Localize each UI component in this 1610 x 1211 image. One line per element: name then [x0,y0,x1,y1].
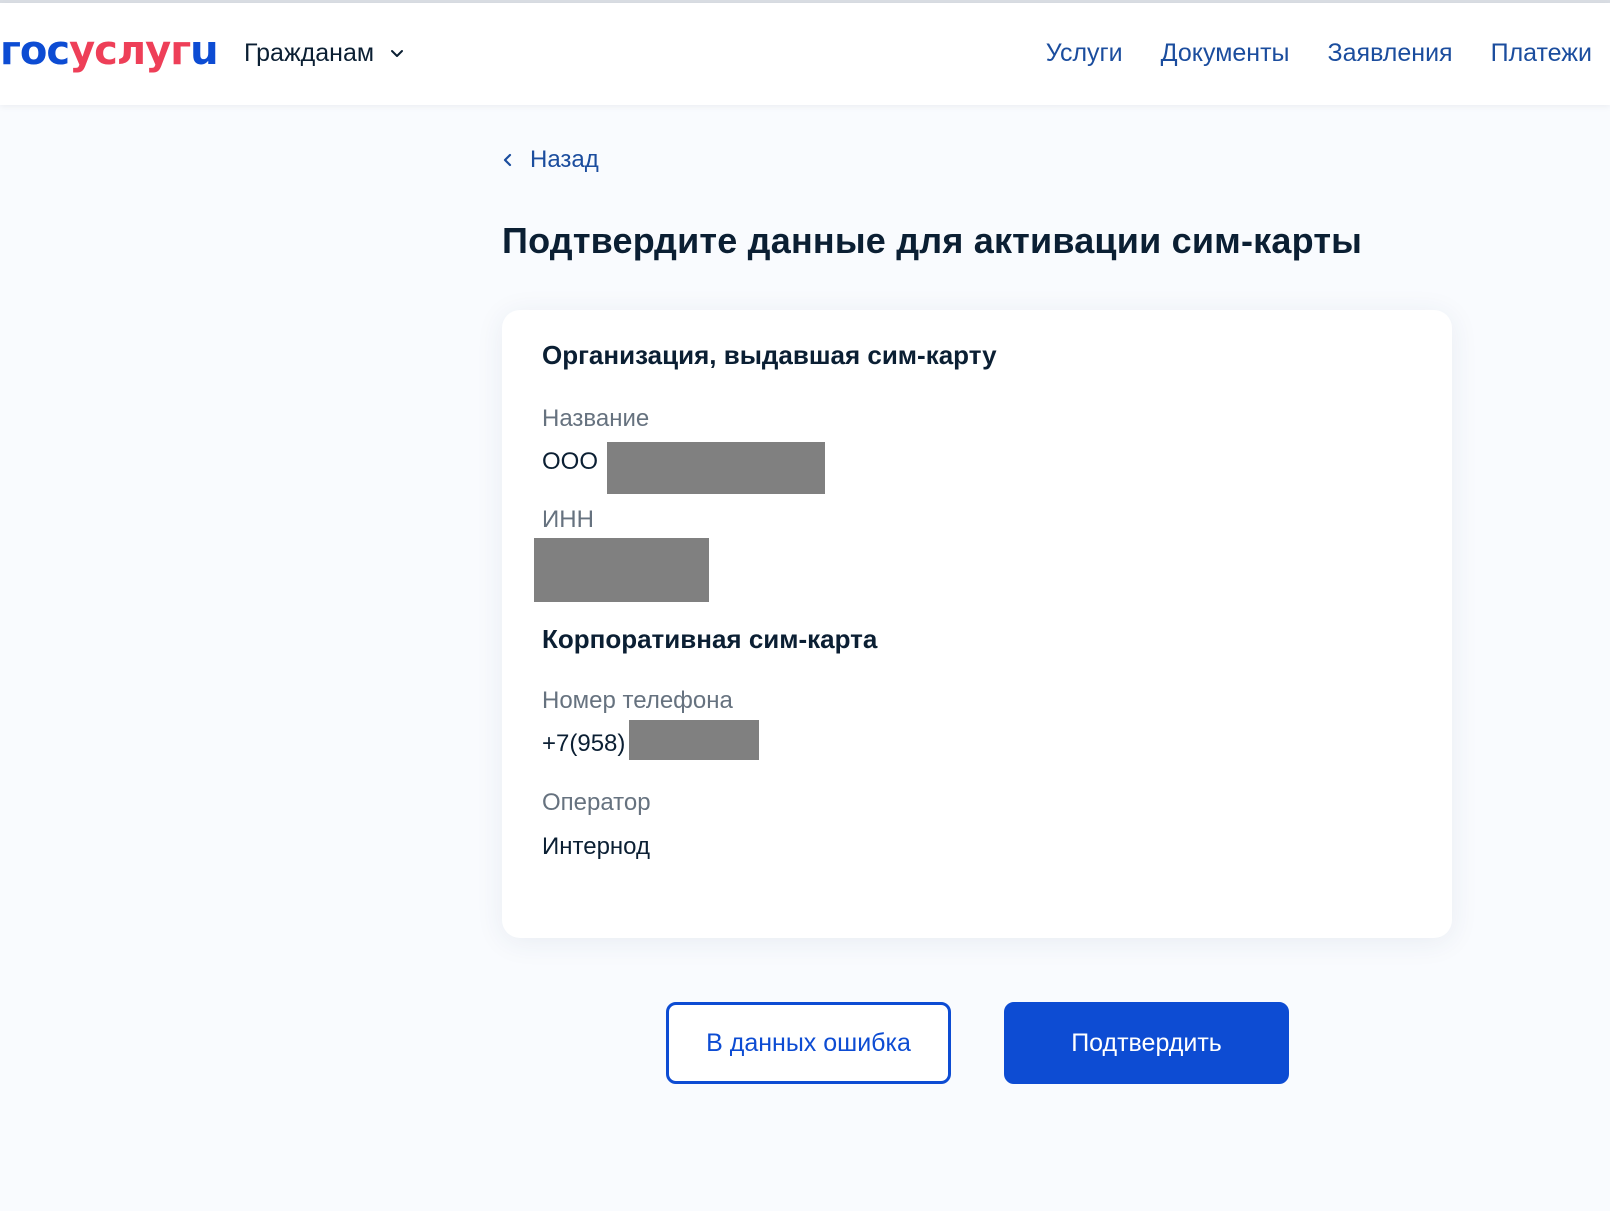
redaction-phone [629,720,759,760]
org-section-title: Организация, выдавшая сим-карту [542,340,997,370]
logo-part-uslug: услуг [69,28,191,74]
gosuslugi-logo[interactable]: госуслугu [0,27,219,75]
org-name-label: Название [542,405,650,432]
operator-label: Оператор [542,789,651,816]
operator-value: Интернод [542,833,650,860]
phone-label: Номер телефона [542,687,733,714]
back-link-label: Назад [530,146,599,173]
org-name-value: ООО [542,448,599,475]
chevron-left-icon [503,153,512,167]
back-link[interactable]: Назад [500,146,599,174]
page-title: Подтвердите данные для активации сим-кар… [502,220,1363,261]
logo-part-gos: гос [0,28,70,74]
logo-part-u: u [190,28,219,74]
phone-value: +7(958) [542,730,626,757]
nav-item-applications[interactable]: Заявления [1328,39,1453,68]
sim-details-card: Организация, выдавшая сим-карту Название… [502,310,1452,938]
main-nav: Услуги Документы Заявления Платежи [1008,39,1592,68]
sim-section-title: Корпоративная сим-карта [542,624,878,654]
redaction-inn [534,538,709,602]
nav-item-services[interactable]: Услуги [1046,39,1123,68]
redaction-org-name [607,442,825,494]
audience-menu-button[interactable]: Гражданам [244,39,404,68]
nav-item-documents[interactable]: Документы [1161,39,1290,68]
chevron-down-icon [391,49,404,57]
site-header: госуслугu Гражданам Услуги Документы Зая… [0,3,1610,105]
audience-menu-label: Гражданам [244,39,375,67]
report-error-button[interactable]: В данных ошибка [666,1002,951,1084]
confirm-button[interactable]: Подтвердить [1004,1002,1289,1084]
nav-item-payments[interactable]: Платежи [1491,39,1592,68]
inn-label: ИНН [542,506,594,533]
